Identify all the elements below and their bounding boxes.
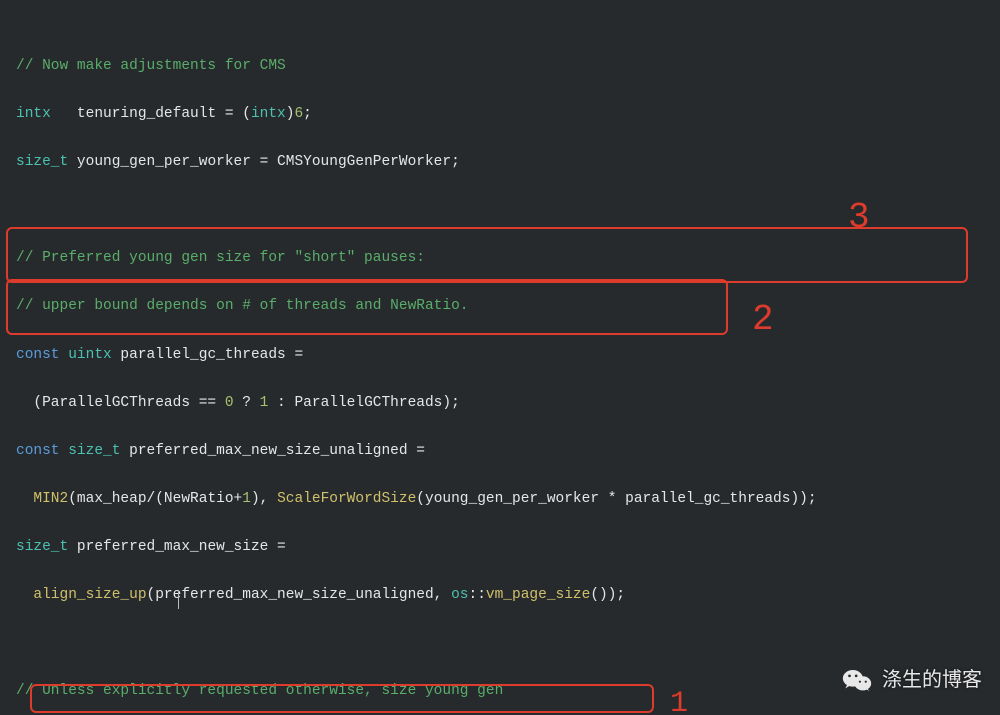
annotation-2: 2 — [752, 290, 774, 350]
code-line: align_size_up(preferred_max_new_size_una… — [16, 583, 1000, 607]
code-line: size_t young_gen_per_worker = CMSYoungGe… — [16, 150, 1000, 174]
code-editor: // Now make adjustments for CMS intx ten… — [0, 0, 1000, 715]
code-line: (ParallelGCThreads == 0 ? 1 : ParallelGC… — [16, 391, 1000, 415]
code-line: size_t preferred_max_new_size = — [16, 535, 1000, 559]
code-line: const uintx parallel_gc_threads = — [16, 343, 1000, 367]
watermark-text: 涤生的博客 — [882, 664, 982, 697]
wechat-icon — [842, 667, 872, 693]
code-line: // Now make adjustments for CMS — [16, 54, 1000, 78]
code-line: intx tenuring_default = (intx)6; — [16, 102, 1000, 126]
code-line: // upper bound depends on # of threads a… — [16, 294, 1000, 318]
text-cursor — [178, 591, 179, 609]
code-line: const size_t preferred_max_new_size_unal… — [16, 439, 1000, 463]
code-line: MIN2(max_heap/(NewRatio+1), ScaleForWord… — [16, 487, 1000, 511]
watermark: 涤生的博客 — [842, 664, 982, 697]
blank-line — [16, 631, 1000, 655]
annotation-3: 3 — [848, 188, 870, 248]
code-line: // Preferred young gen size for "short" … — [16, 246, 1000, 270]
annotation-1: 1 — [670, 680, 688, 715]
comment: // Now make adjustments for CMS — [16, 58, 286, 74]
